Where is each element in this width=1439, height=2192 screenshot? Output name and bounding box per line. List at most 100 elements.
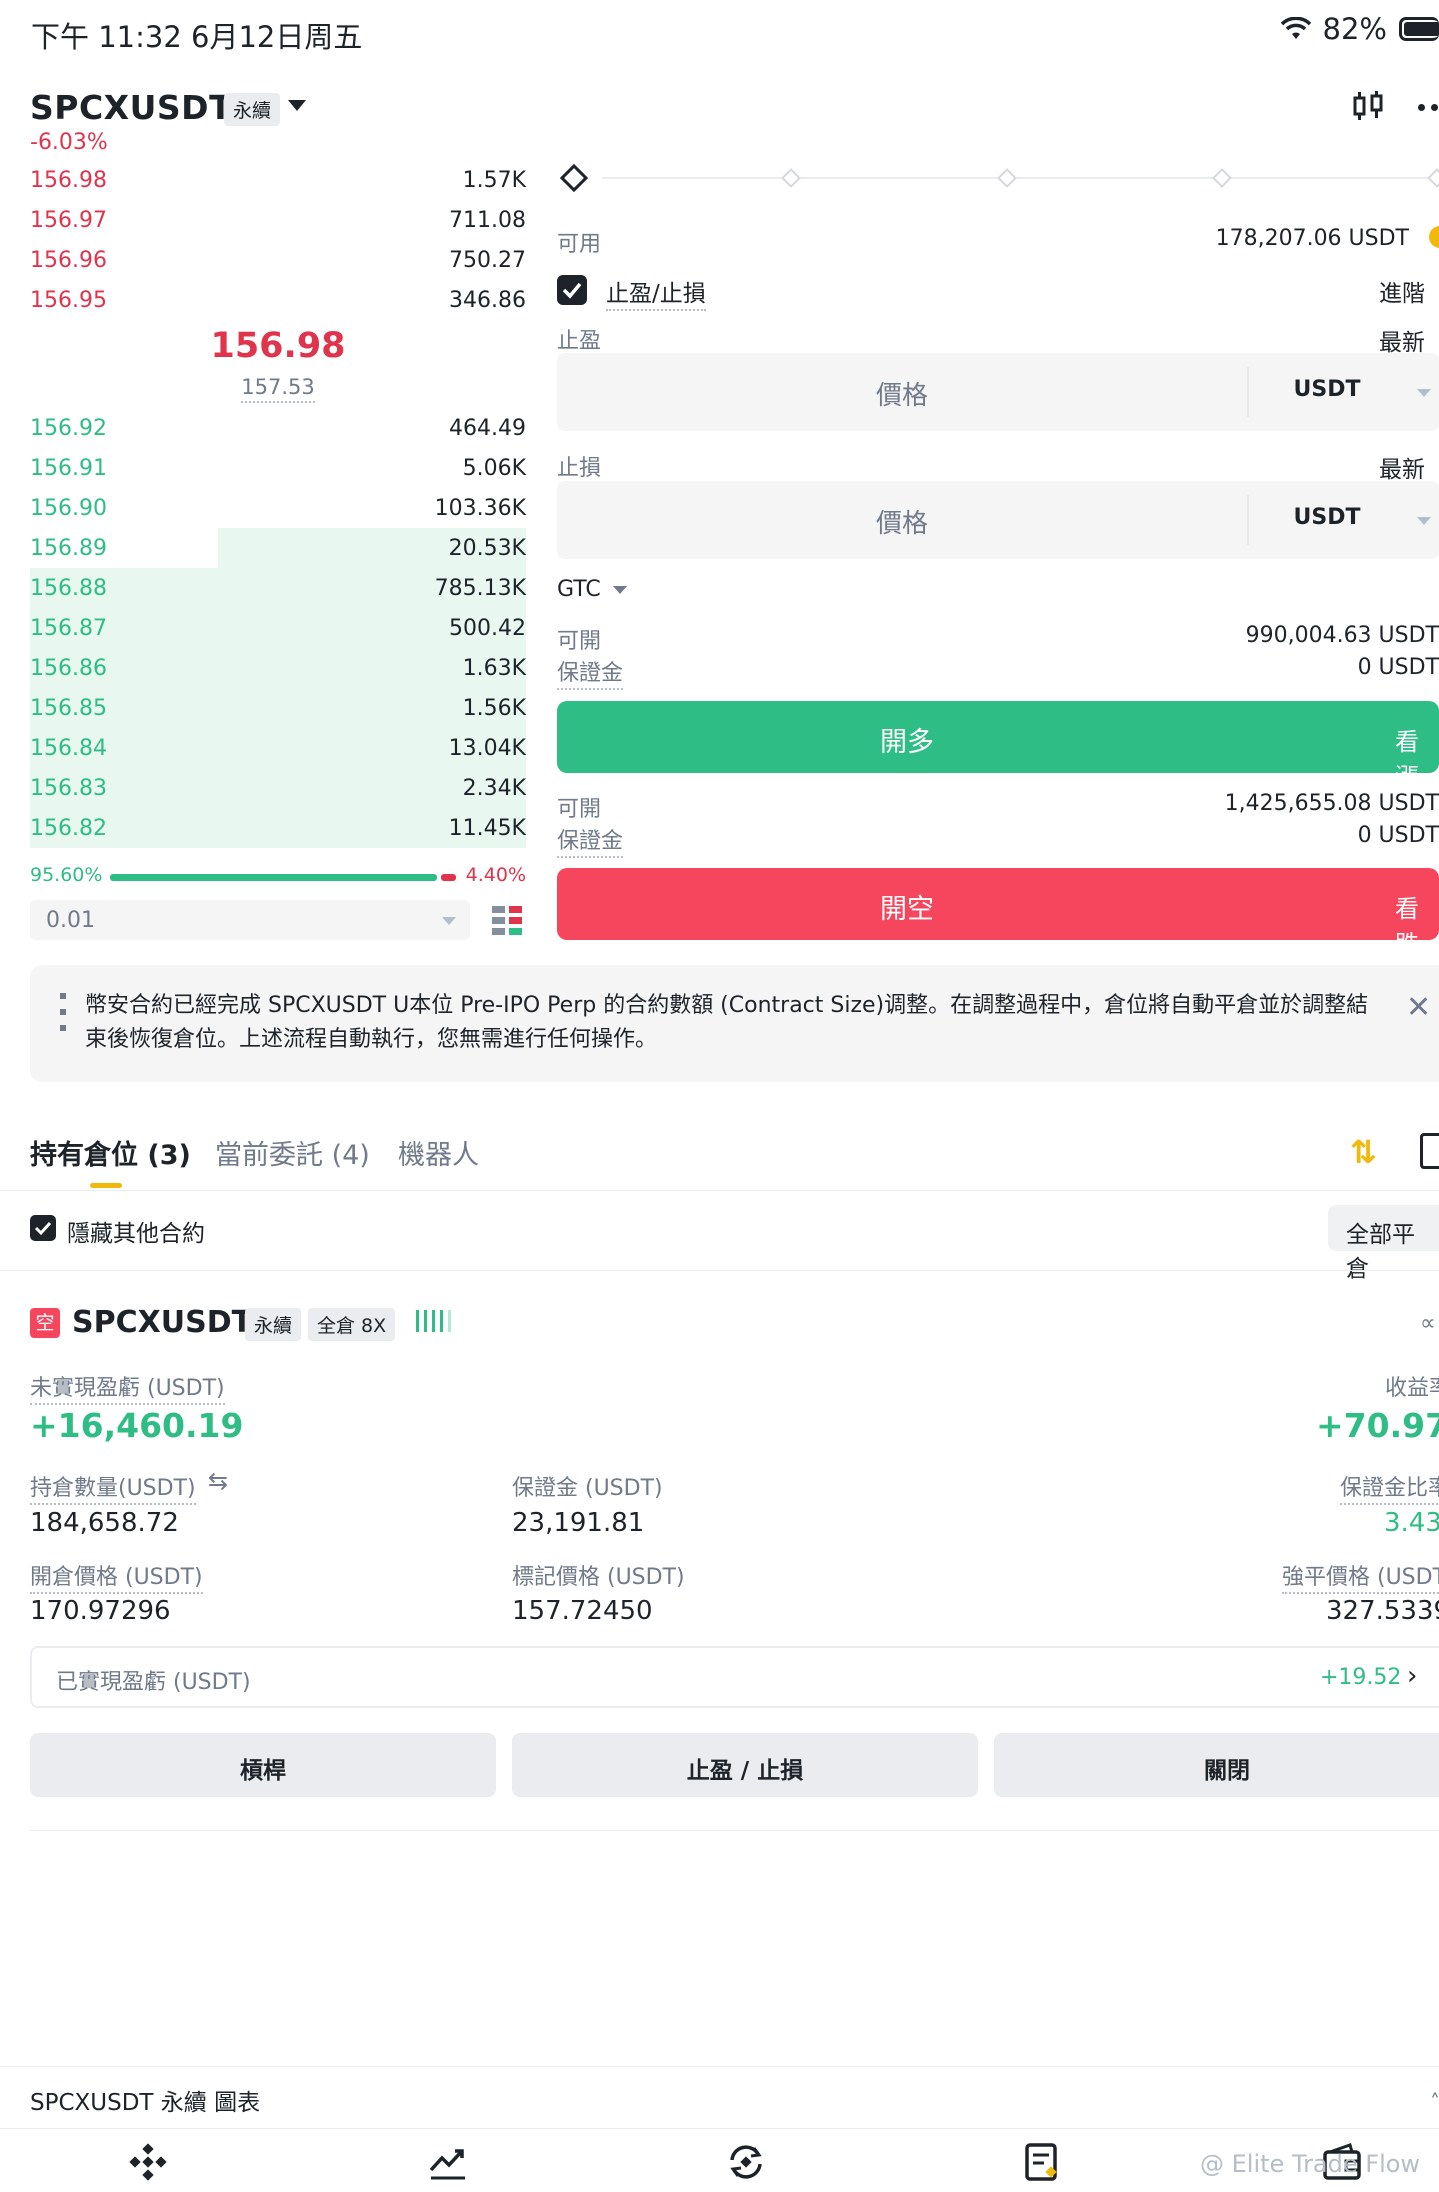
adl-indicator-icon <box>416 1310 451 1332</box>
caret-down-icon[interactable] <box>288 100 306 111</box>
tab-positions[interactable]: 持有倉位 (3) <box>30 1133 191 1172</box>
sl-trigger-type[interactable]: 最新 <box>1379 450 1425 484</box>
ratio-track <box>110 874 456 881</box>
stop-loss-label: 止損 <box>557 456 602 481</box>
take-profit-input[interactable]: 價格 USDT <box>557 353 1439 431</box>
leverage-slider[interactable] <box>559 163 1439 194</box>
divider <box>0 2128 1439 2129</box>
bid-row[interactable]: 156.82 11.45K <box>30 808 526 848</box>
tp-trigger-type[interactable]: 最新 <box>1379 323 1425 357</box>
tab-bots[interactable]: 機器人 <box>398 1133 479 1172</box>
chart-strip-label[interactable]: SPCXUSDT 永續 圖表 <box>30 2083 260 2117</box>
bid-row[interactable]: 156.90 103.36K <box>30 488 526 528</box>
ask-price: 156.98 <box>30 168 107 193</box>
announcement-icon <box>60 993 66 1053</box>
bid-row[interactable]: 156.84 13.04K <box>30 728 526 768</box>
announcement-banner[interactable]: 幣安合約已經完成 SPCXUSDT U本位 Pre-IPO Perp 的合約數額… <box>30 965 1439 1082</box>
ask-row[interactable]: 156.97 711.08 <box>30 200 526 240</box>
bid-qty: 1.63K <box>462 656 526 681</box>
status-indicators: 82% <box>1280 12 1439 46</box>
short-sub-label: 看跌 <box>1395 895 1419 958</box>
size-value: 184,658.72 <box>30 1508 179 1538</box>
bid-qty: 103.36K <box>434 496 526 521</box>
bid-row[interactable]: 156.85 1.56K <box>30 688 526 728</box>
watermark: @ Elite Trade Flow <box>1200 2150 1421 2178</box>
sl-unit[interactable]: USDT <box>1267 505 1387 530</box>
buy-sell-ratio: 95.60% 4.40% <box>30 864 526 890</box>
bid-price: 156.87 <box>30 616 107 641</box>
short-side-badge: 空 <box>30 1308 60 1338</box>
position-symbol[interactable]: SPCXUSDT <box>72 1305 252 1340</box>
bid-row[interactable]: 156.87 500.42 <box>30 608 526 648</box>
futures-icon[interactable] <box>1022 2142 1062 2182</box>
bid-price: 156.91 <box>30 456 107 481</box>
mark-price-value: 157.53 <box>241 375 315 403</box>
history-icon[interactable] <box>1420 1133 1439 1169</box>
sell-ratio: 4.40% <box>465 864 526 886</box>
hide-other-label[interactable]: 隱藏其他合約 <box>67 1214 205 1248</box>
mark-price[interactable]: 157.53 <box>0 375 556 403</box>
bid-row[interactable]: 156.86 1.63K <box>30 648 526 688</box>
ask-qty: 711.08 <box>449 208 526 233</box>
perpetual-tag: 永續 <box>224 93 281 126</box>
sl-price-placeholder: 價格 <box>875 509 928 539</box>
bid-qty: 5.06K <box>462 456 526 481</box>
mark-price-label: 標記價格 (USDT) <box>512 1565 685 1590</box>
bid-row[interactable]: 156.83 2.34K <box>30 768 526 808</box>
ask-row[interactable]: 156.95 346.86 <box>30 280 526 320</box>
tp-unit[interactable]: USDT <box>1267 377 1387 402</box>
advanced-toggle[interactable]: 進階 <box>1379 274 1425 308</box>
trade-icon[interactable] <box>724 2142 768 2182</box>
bid-row[interactable]: 156.89 20.53K <box>30 528 526 568</box>
realized-pnl-row[interactable]: 已實現盈虧 (USDT) +19.52 › <box>30 1646 1439 1708</box>
liq-price-label: 強平價格 (USDT) <box>1282 1559 1439 1594</box>
share-icon[interactable]: ∝ <box>1420 1311 1436 1336</box>
long-margin-label: 保證金 <box>557 655 624 690</box>
ask-row[interactable]: 156.98 1.57K <box>30 160 526 200</box>
upnl-value: +16,460.19 <box>30 1406 244 1445</box>
transfer-icon[interactable] <box>1429 226 1439 248</box>
hide-other-checkbox[interactable] <box>30 1215 56 1241</box>
bid-row[interactable]: 156.88 785.13K <box>30 568 526 608</box>
active-tab-indicator <box>90 1183 122 1188</box>
close-position-button[interactable]: 關閉 <box>994 1733 1439 1797</box>
tab-open-orders[interactable]: 當前委託 (4) <box>215 1133 370 1172</box>
chevron-up-icon[interactable]: ˄ <box>1430 2090 1439 2114</box>
bid-price: 156.84 <box>30 736 107 761</box>
liq-price-value: 327.53395 <box>1326 1596 1439 1626</box>
margin-mode-tag: 全倉 8X <box>308 1308 396 1341</box>
upnl-label: 未實現盈虧 (USDT) <box>30 1370 225 1405</box>
divider <box>0 1270 1439 1271</box>
bid-qty: 1.56K <box>462 696 526 721</box>
more-icon[interactable] <box>1418 104 1438 111</box>
short-margin-value: 0 USDT <box>1357 823 1439 848</box>
ask-row[interactable]: 156.96 750.27 <box>30 240 526 280</box>
leverage-button[interactable]: 槓桿 <box>30 1733 496 1797</box>
short-max-label: 可開 <box>557 797 602 822</box>
sort-icon[interactable]: ⇅ <box>1350 1133 1377 1171</box>
precision-select[interactable]: 0.01 <box>30 900 470 940</box>
swap-unit-icon[interactable]: ⇆ <box>208 1467 228 1495</box>
symbol-title[interactable]: SPCXUSDT <box>30 88 232 127</box>
markets-icon[interactable] <box>428 2142 468 2182</box>
slider-handle[interactable] <box>559 163 589 193</box>
open-short-button[interactable]: 開空 看跌 <box>557 868 1439 958</box>
open-long-button[interactable]: 開多 看漲 <box>557 701 1439 791</box>
time-in-force[interactable]: GTC <box>557 577 601 602</box>
sell-ratio-bar <box>440 874 456 881</box>
close-all-button[interactable]: 全部平倉 <box>1328 1205 1439 1282</box>
tpsl-label[interactable]: 止盈/止損 <box>606 274 706 311</box>
bid-price: 156.89 <box>30 536 107 561</box>
home-logo-icon[interactable] <box>128 2142 168 2182</box>
bid-row[interactable]: 156.92 464.49 <box>30 408 526 448</box>
tpsl-button[interactable]: 止盈 / 止損 <box>512 1733 978 1797</box>
bid-row[interactable]: 156.91 5.06K <box>30 448 526 488</box>
caret-down-icon[interactable] <box>613 586 627 594</box>
open-short-label: 開空 <box>880 894 934 925</box>
margin-label: 保證金 (USDT) <box>512 1476 663 1501</box>
close-icon[interactable]: ✕ <box>1406 990 1431 1025</box>
bid-price: 156.88 <box>30 576 107 601</box>
tpsl-checkbox[interactable] <box>557 275 587 305</box>
candlestick-icon[interactable] <box>1350 88 1386 124</box>
stop-loss-input[interactable]: 價格 USDT <box>557 481 1439 559</box>
